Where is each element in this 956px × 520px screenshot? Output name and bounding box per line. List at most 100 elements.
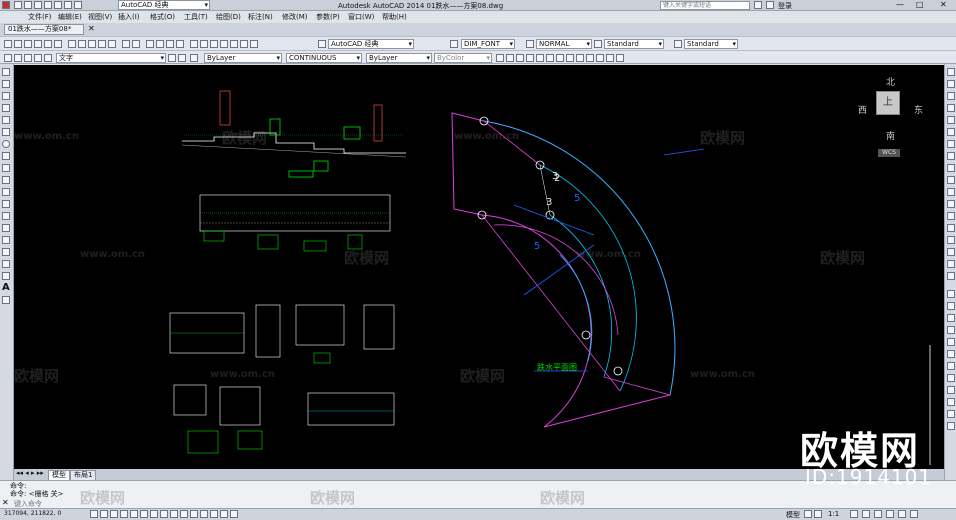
dim-angular-icon[interactable] (947, 374, 955, 382)
r-explode-icon[interactable] (947, 272, 955, 280)
viewcube[interactable]: 北 西 东 南 上 WCS (854, 73, 924, 163)
array-icon[interactable] (536, 54, 544, 62)
copy-icon[interactable] (78, 40, 86, 48)
arc-tool-icon[interactable] (2, 128, 10, 136)
r-mirror-icon[interactable] (947, 92, 955, 100)
plot-style-dropdown[interactable]: NORMAL (536, 39, 592, 49)
quick-properties-icon[interactable] (210, 510, 218, 518)
redo-icon[interactable] (74, 1, 82, 9)
r-break-icon[interactable] (947, 212, 955, 220)
r-blend-icon[interactable] (947, 260, 955, 268)
app-logo-icon[interactable] (2, 1, 10, 9)
polyline-tool-icon[interactable] (2, 92, 10, 100)
move-icon[interactable] (546, 54, 554, 62)
dim-ordinate-icon[interactable] (947, 326, 955, 334)
dim-arc-icon[interactable] (947, 314, 955, 322)
quick-view-drawings-icon[interactable] (814, 510, 822, 518)
dynamic-ucs-icon[interactable] (170, 510, 178, 518)
menu-draw[interactable]: 绘图(D) (216, 12, 241, 22)
menu-edit[interactable]: 编辑(E) (58, 12, 82, 22)
lineweight-dropdown[interactable]: ByLayer (366, 53, 432, 63)
cut-icon[interactable] (68, 40, 76, 48)
dim-aligned-icon[interactable] (947, 302, 955, 310)
r-join-icon[interactable] (947, 224, 955, 232)
gradient-tool-icon[interactable] (2, 248, 10, 256)
ortho-mode-icon[interactable] (120, 510, 128, 518)
search-input[interactable]: 键入关键字或短语 (660, 1, 750, 10)
print-icon[interactable] (54, 1, 62, 9)
polar-tracking-icon[interactable] (130, 510, 138, 518)
plotstyle-dropdown[interactable]: ByColor (434, 53, 492, 63)
coordinates[interactable]: 317094, 211822, 0 (4, 510, 61, 517)
r-array-icon[interactable] (947, 116, 955, 124)
workspace-switch-icon[interactable] (862, 510, 870, 518)
undo-tool-icon[interactable] (122, 40, 130, 48)
rectangle-tool-icon[interactable] (2, 116, 10, 124)
file-tab[interactable]: 01跌水——方案08* (4, 24, 84, 35)
minimize-button[interactable]: — (896, 0, 904, 9)
tolerance-icon[interactable] (947, 422, 955, 430)
annotation-visibility-icon[interactable] (850, 510, 858, 518)
annotation-monitor-icon[interactable] (230, 510, 238, 518)
insert-block-icon[interactable] (2, 200, 10, 208)
revcloud-tool-icon[interactable] (2, 152, 10, 160)
layer-previous-icon[interactable] (178, 54, 186, 62)
tool-palettes-icon[interactable] (210, 40, 218, 48)
make-block-icon[interactable] (2, 212, 10, 220)
r-chamfer-icon[interactable] (947, 236, 955, 244)
close-tab-icon[interactable]: ✕ (88, 24, 95, 33)
close-button[interactable]: ✕ (940, 0, 947, 9)
ellipse-arc-tool-icon[interactable] (2, 188, 10, 196)
copy-obj-icon[interactable] (506, 54, 514, 62)
viewcube-top-face[interactable]: 上 (876, 91, 900, 115)
scale-icon[interactable] (566, 54, 574, 62)
match-prop-icon[interactable] (98, 40, 106, 48)
dim-style-dropdown[interactable]: DIM_FONT (461, 39, 515, 49)
qnew-icon[interactable] (4, 40, 12, 48)
save-file-icon[interactable] (24, 40, 32, 48)
r-rotate-icon[interactable] (947, 140, 955, 148)
lock-ui-icon[interactable] (874, 510, 882, 518)
fillet-icon[interactable] (616, 54, 624, 62)
sheet-set-icon[interactable] (220, 40, 228, 48)
isolate-objects-icon[interactable] (898, 510, 906, 518)
user-icon[interactable] (766, 1, 774, 9)
redo-tool-icon[interactable] (132, 40, 140, 48)
dim-linear-icon[interactable] (947, 290, 955, 298)
rotate-icon[interactable] (556, 54, 564, 62)
r-extend-icon[interactable] (947, 188, 955, 196)
transparency-icon[interactable] (200, 510, 208, 518)
menu-tools[interactable]: 工具(T) (184, 12, 208, 22)
calculator-icon[interactable] (240, 40, 248, 48)
dynamic-input-icon[interactable] (180, 510, 188, 518)
maximize-button[interactable]: □ (916, 0, 924, 9)
quick-view-layouts-icon[interactable] (804, 510, 812, 518)
r-erase-icon[interactable] (947, 68, 955, 76)
properties-icon[interactable] (190, 40, 198, 48)
line-tool-icon[interactable] (2, 68, 10, 76)
hatch-tool-icon[interactable] (2, 236, 10, 244)
workspace-dropdown[interactable]: AutoCAD 经典 (118, 0, 210, 10)
zoom-window-icon[interactable] (166, 40, 174, 48)
selection-cycling-icon[interactable] (220, 510, 228, 518)
r-fillet-icon[interactable] (947, 248, 955, 256)
open-file-icon[interactable] (14, 40, 22, 48)
offset-icon[interactable] (526, 54, 534, 62)
paste-icon[interactable] (88, 40, 96, 48)
viewcube-north[interactable]: 北 (886, 75, 895, 88)
block-editor-icon[interactable] (108, 40, 116, 48)
text-style-dropdown[interactable]: AutoCAD 经典 (328, 39, 414, 49)
r-stretch-icon[interactable] (947, 164, 955, 172)
tab-nav-arrows[interactable]: ◂◂ ◂ ▸ ▸▸ (16, 469, 44, 477)
login-link[interactable]: 登录 (778, 1, 792, 11)
circle-tool-icon[interactable] (2, 140, 10, 148)
clean-screen-icon[interactable] (910, 510, 918, 518)
extend-icon[interactable] (596, 54, 604, 62)
help-icon[interactable] (250, 40, 258, 48)
multileader-style-dropdown[interactable]: Standard (684, 39, 738, 49)
dim-diameter-icon[interactable] (947, 362, 955, 370)
dim-baseline-icon[interactable] (947, 398, 955, 406)
viewcube-south[interactable]: 南 (886, 129, 895, 142)
undo-icon[interactable] (64, 1, 72, 9)
polygon-tool-icon[interactable] (2, 104, 10, 112)
